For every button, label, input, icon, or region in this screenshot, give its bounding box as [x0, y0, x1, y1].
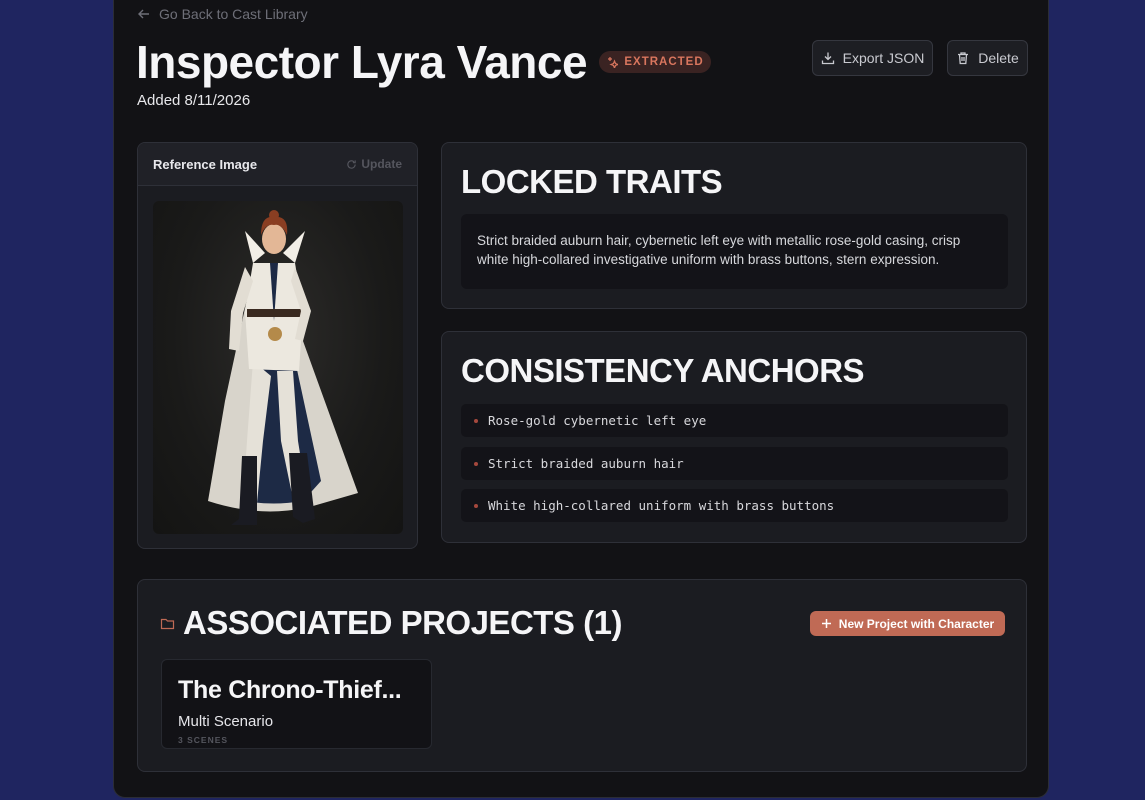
update-image-button[interactable]: Update	[346, 157, 402, 171]
page-title: Inspector Lyra Vance	[136, 36, 588, 88]
delete-button[interactable]: Delete	[947, 40, 1028, 76]
plus-icon	[821, 619, 831, 628]
consistency-anchors-heading: CONSISTENCY ANCHORS	[461, 352, 865, 389]
locked-traits-heading: LOCKED TRAITS	[461, 163, 723, 200]
locked-traits-card: LOCKED TRAITS Strict braided auburn hair…	[441, 142, 1027, 309]
anchor-item: Rose-gold cybernetic left eye	[461, 404, 1008, 437]
anchor-item: White high-collared uniform with brass b…	[461, 489, 1008, 522]
project-type: Multi Scenario	[178, 713, 274, 730]
new-project-label: New Project with Character	[838, 616, 995, 631]
associated-projects-heading: ASSOCIATED PROJECTS (1)	[183, 604, 622, 641]
anchor-item: Strict braided auburn hair	[461, 447, 1008, 480]
export-json-button[interactable]: Export JSON	[812, 40, 933, 76]
anchor-text: Rose-gold cybernetic left eye	[488, 413, 707, 428]
character-reference-image	[153, 201, 403, 534]
associated-projects-header: ASSOCIATED PROJECTS (1)	[160, 604, 622, 642]
project-scene-count: 3 SCENES	[178, 735, 229, 745]
reference-image-title: Reference Image	[153, 156, 258, 172]
sparkles-icon	[608, 57, 619, 68]
arrow-left-icon	[138, 9, 149, 19]
delete-label: Delete	[978, 50, 1019, 66]
bullet-dot	[474, 503, 478, 508]
download-icon	[821, 52, 834, 65]
reference-image-header: Reference Image Update	[138, 143, 417, 186]
associated-projects-card: ASSOCIATED PROJECTS (1) New Project with…	[137, 579, 1027, 772]
back-to-cast-library-link[interactable]: Go Back to Cast Library	[137, 6, 308, 22]
reference-image-card: Reference Image Update	[137, 142, 418, 549]
bullet-dot	[474, 418, 478, 423]
update-label: Update	[361, 157, 402, 171]
character-illustration	[208, 210, 358, 525]
back-link-label: Go Back to Cast Library	[159, 6, 308, 22]
consistency-anchors-card: CONSISTENCY ANCHORS Rose-gold cybernetic…	[441, 331, 1027, 543]
project-card[interactable]: The Chrono-Thief... Multi Scenario 3 SCE…	[161, 659, 432, 749]
refresh-icon	[347, 159, 357, 169]
anchor-text: Strict braided auburn hair	[488, 456, 684, 471]
export-json-label: Export JSON	[842, 50, 925, 66]
added-date: Added 8/11/2026	[137, 92, 251, 109]
folder-icon	[160, 618, 175, 629]
status-badge-label: EXTRACTED	[624, 56, 704, 68]
locked-traits-text: Strict braided auburn hair, cybernetic l…	[461, 214, 1008, 289]
status-badge: EXTRACTED	[599, 51, 711, 73]
project-name: The Chrono-Thief...	[178, 676, 402, 704]
bullet-dot	[474, 461, 478, 466]
trash-icon	[958, 52, 969, 65]
new-project-button[interactable]: New Project with Character	[810, 611, 1005, 636]
anchor-text: White high-collared uniform with brass b…	[488, 498, 835, 513]
